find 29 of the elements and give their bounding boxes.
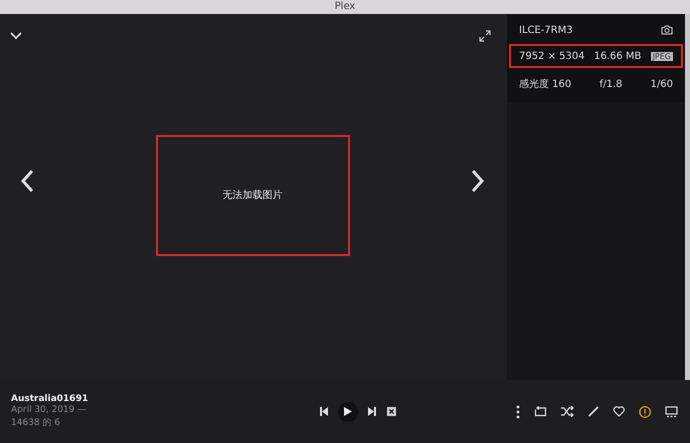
chevron-right-icon[interactable] [469,168,487,194]
previous-icon[interactable] [319,407,328,416]
shuffle-icon[interactable] [561,406,574,417]
format-badge: JPEG [650,52,673,60]
repeat-icon[interactable] [534,406,547,417]
next-icon[interactable] [368,407,377,416]
pencil-icon[interactable] [588,406,599,417]
exposure-value: f/1.8 [600,78,622,90]
camera-icon [661,25,673,35]
info-icon[interactable] [639,406,651,418]
photo-position: 14638 的 6 [11,416,62,429]
photo-date: April 30, 2019 — [11,405,88,415]
heart-icon[interactable] [613,406,625,417]
exposure-value: 1/60 [650,78,673,90]
exposure-value: 感光度 160 [519,78,572,91]
camera-model: ILCE-7RM3 [519,24,573,36]
play-icon [344,407,352,416]
photo-title: Australia01691 [11,394,90,404]
error-message: 无法加载图片 [222,188,282,202]
stop-icon[interactable] [387,407,396,416]
screen-icon[interactable] [665,406,678,418]
expand-icon[interactable] [479,30,491,42]
chevron-down-icon[interactable] [9,31,23,41]
chevron-left-icon[interactable] [18,168,36,194]
window-title: Plex [334,1,356,13]
play-button[interactable] [338,402,358,422]
image-detail: 7952 × 5304 [519,50,585,62]
more-icon[interactable] [516,404,520,418]
image-detail: 16.66 MB [594,50,642,62]
